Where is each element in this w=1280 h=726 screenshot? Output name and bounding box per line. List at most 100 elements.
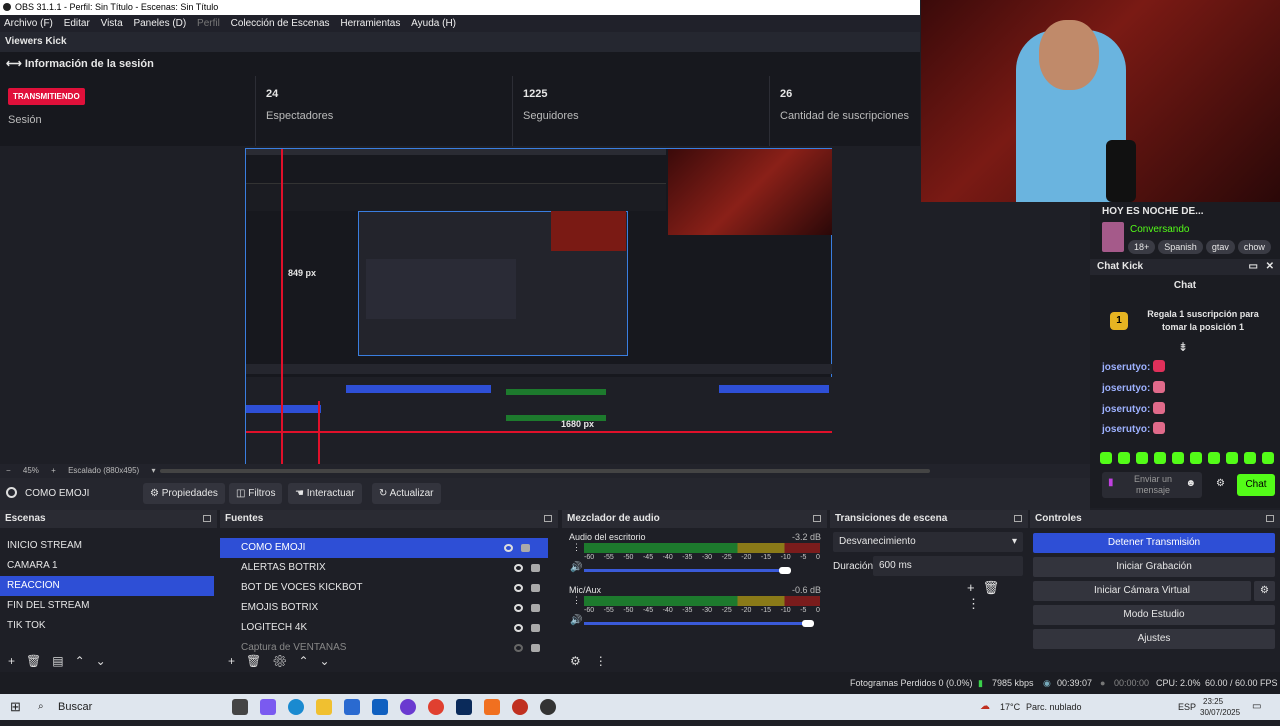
speaker-icon[interactable]: 🔊 (570, 615, 582, 626)
emote-icon[interactable] (1262, 452, 1274, 464)
add-icon[interactable]: + (967, 580, 983, 595)
menu-paneles[interactable]: Paneles (D) (133, 18, 186, 29)
chat-username[interactable]: joserutyo: (1102, 383, 1150, 394)
file-explorer-icon[interactable] (316, 699, 332, 715)
notification-icon[interactable]: ▭ (1252, 694, 1261, 720)
lock-icon[interactable] (531, 584, 540, 592)
task-view-icon[interactable] (232, 699, 248, 715)
eye-icon[interactable] (514, 604, 523, 612)
eye-icon[interactable] (514, 624, 523, 632)
emote-icon[interactable] (1226, 452, 1238, 464)
undock-icon[interactable] (203, 515, 211, 522)
scene-item[interactable]: CAMARA 1 (0, 556, 217, 576)
search-app-icon[interactable] (484, 699, 500, 715)
search-icon[interactable]: ⌕ (38, 694, 44, 720)
photoshop-icon[interactable] (456, 699, 472, 715)
channel-menu-icon[interactable]: ⋮ (572, 596, 581, 605)
eye-icon[interactable] (504, 544, 513, 552)
tag[interactable]: 18+ (1128, 240, 1156, 254)
close-icon[interactable]: ✕ (1266, 259, 1274, 275)
lock-icon[interactable] (521, 544, 530, 552)
tag[interactable]: Spanish (1158, 240, 1203, 254)
undock-icon[interactable]: ▭ (1249, 259, 1258, 275)
stop-stream-button[interactable]: Detener Transmisión (1033, 533, 1275, 553)
scene-item-selected[interactable]: REACCION (0, 576, 214, 596)
refresh-button[interactable]: ↻ Actualizar (372, 483, 441, 504)
scene-item[interactable]: TIK TOK (0, 616, 217, 636)
emoji-icon[interactable]: ☻ (1185, 478, 1196, 489)
emote-icon[interactable] (1190, 452, 1202, 464)
tag[interactable]: chow (1237, 240, 1271, 254)
emote-icon[interactable] (1118, 452, 1130, 464)
emote-icon[interactable] (1154, 452, 1166, 464)
keyboard-language[interactable]: ESP (1178, 694, 1196, 720)
emote-icon[interactable] (1172, 452, 1184, 464)
clock-date[interactable]: 30/07/2025 (1200, 700, 1240, 726)
source-item[interactable]: ALERTAS BOTRIX (220, 558, 558, 578)
eye-off-icon[interactable] (514, 644, 523, 652)
trash-icon[interactable]: 🗑 (246, 654, 272, 668)
gear-icon[interactable]: ⚙ (1254, 581, 1275, 601)
expand-icon[interactable]: ⇟ (1178, 340, 1188, 354)
chevron-down-icon[interactable]: ⌄ (320, 654, 341, 668)
gear-icon[interactable]: ⚙ (1216, 478, 1225, 489)
source-item-selected[interactable]: COMO EMOJI (220, 538, 548, 558)
source-item[interactable]: LOGITECH 4K (220, 618, 558, 638)
lock-icon[interactable] (531, 624, 540, 632)
volume-slider-desktop[interactable] (584, 569, 785, 572)
undock-icon[interactable] (1014, 515, 1022, 522)
scene-item[interactable]: FIN DEL STREAM (0, 596, 217, 616)
emote-icon[interactable] (1100, 452, 1112, 464)
chat-username[interactable]: joserutyo: (1102, 362, 1150, 373)
scene-item[interactable]: INICIO STREAM (0, 536, 217, 556)
trash-icon[interactable]: 🗑 (26, 654, 52, 668)
virtual-camera-button[interactable]: Iniciar Cámara Virtual (1033, 581, 1251, 601)
chat-username[interactable]: joserutyo: (1102, 404, 1150, 415)
gear-icon[interactable]: ⚙ (272, 654, 298, 668)
app-icon[interactable] (400, 699, 416, 715)
store-icon[interactable] (344, 699, 360, 715)
transition-select[interactable]: Desvanecimiento ▾ (833, 532, 1023, 552)
undock-icon[interactable] (813, 515, 821, 522)
copilot-icon[interactable] (260, 699, 276, 715)
chevron-down-icon[interactable]: ⌄ (96, 654, 117, 668)
obs-taskbar-icon[interactable] (540, 699, 556, 715)
emote-icon[interactable] (1208, 452, 1220, 464)
speaker-icon[interactable]: 🔊 (570, 562, 582, 573)
preview-scrollbar[interactable] (160, 469, 930, 473)
windows-start-icon[interactable]: ⊞ (10, 694, 21, 720)
taskbar-search[interactable]: Buscar (58, 694, 92, 720)
more-icon[interactable]: ⋮ (967, 596, 988, 611)
outlook-icon[interactable] (372, 699, 388, 715)
chevron-down-icon[interactable]: ▾ (151, 466, 155, 475)
chevron-up-icon[interactable]: ⌃ (75, 654, 96, 668)
menu-perfil[interactable]: Perfil (197, 18, 220, 29)
scale-mode[interactable]: Escalado (880x495) (68, 466, 139, 475)
eye-icon[interactable] (514, 564, 523, 572)
edge-icon[interactable] (288, 699, 304, 715)
chat-username[interactable]: joserutyo: (1102, 424, 1150, 435)
lock-icon[interactable] (531, 564, 540, 572)
duration-input[interactable]: 600 ms (873, 556, 1023, 576)
source-item[interactable]: BOT DE VOCES KICKBOT (220, 578, 558, 598)
trash-icon[interactable]: 🗑 (983, 580, 1008, 595)
source-item[interactable]: EMOJIS BOTRIX (220, 598, 558, 618)
studio-mode-button[interactable]: Modo Estudio (1033, 605, 1275, 625)
add-icon[interactable]: + (228, 654, 246, 668)
zoom-out-button[interactable]: − (6, 466, 11, 475)
filters-button[interactable]: ◫ Filtros (229, 483, 283, 504)
menu-herramientas[interactable]: Herramientas (340, 18, 400, 29)
menu-archivo[interactable]: Archivo (F) (4, 18, 53, 29)
send-chat-button[interactable]: Chat (1237, 474, 1275, 496)
zoom-in-button[interactable]: + (51, 466, 56, 475)
chat-input[interactable]: ▮ Enviar un mensaje ☻ (1102, 472, 1202, 498)
lock-icon[interactable] (531, 604, 540, 612)
properties-button[interactable]: ⚙ Propiedades (143, 483, 225, 504)
volume-slider-mic[interactable] (584, 622, 808, 625)
menu-coleccion[interactable]: Colección de Escenas (231, 18, 330, 29)
tag[interactable]: gtav (1205, 240, 1235, 254)
menu-vista[interactable]: Vista (101, 18, 123, 29)
menu-ayuda[interactable]: Ayuda (H) (411, 18, 456, 29)
menu-editar[interactable]: Editar (64, 18, 90, 29)
interact-button[interactable]: ☚ Interactuar (288, 483, 362, 504)
